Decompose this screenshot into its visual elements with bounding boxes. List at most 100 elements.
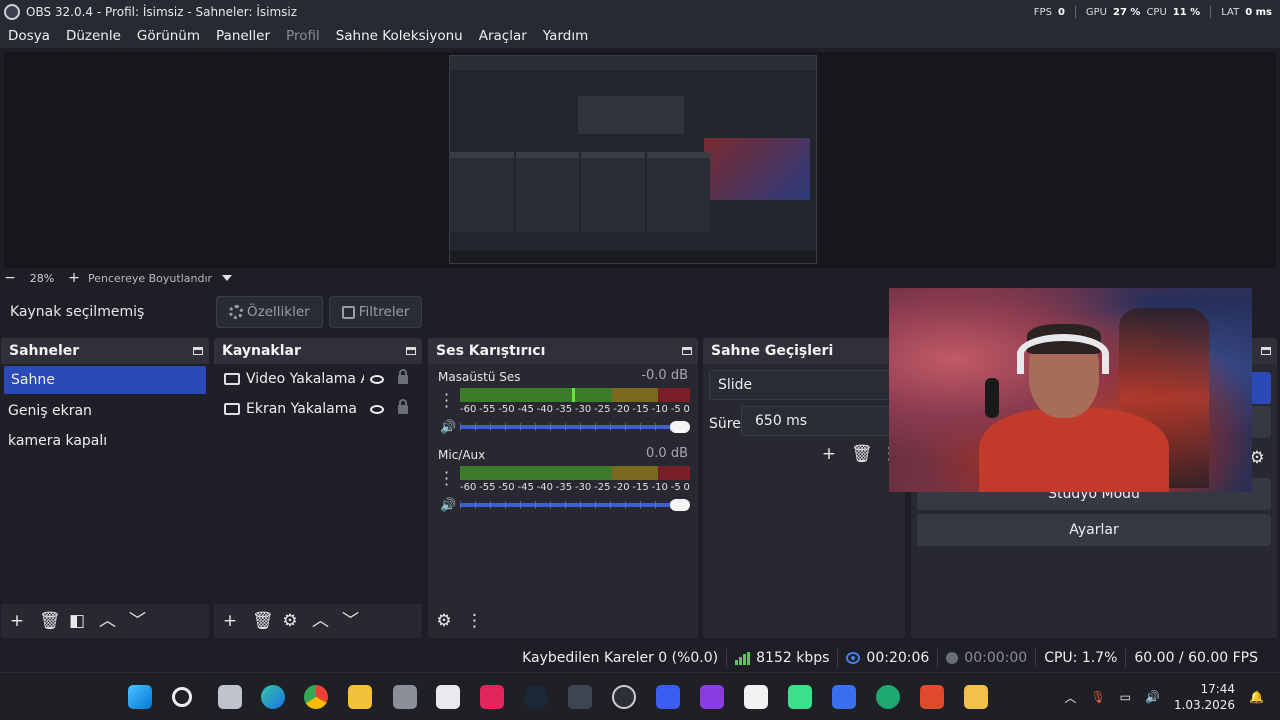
add-source-button[interactable]: + — [222, 613, 238, 630]
file-explorer-icon[interactable] — [348, 685, 372, 709]
chevron-down-icon[interactable] — [222, 275, 233, 281]
slider-handle[interactable] — [670, 499, 690, 511]
menu-paneller[interactable]: Paneller — [208, 28, 278, 44]
divider — [1210, 6, 1212, 18]
fps-status: 60.00 / 60.00 FPS — [1134, 650, 1258, 666]
menu-dosya[interactable]: Dosya — [0, 28, 58, 44]
tiktok-icon[interactable] — [480, 685, 504, 709]
trash-icon[interactable]: 🗑 — [39, 613, 61, 630]
float-dock-icon[interactable] — [682, 347, 692, 355]
cpu-usage: CPU: 1.7% — [1044, 650, 1118, 666]
calculator-icon[interactable] — [393, 685, 417, 709]
game-app-icon[interactable] — [788, 685, 812, 709]
gpu-label: GPU — [1085, 6, 1108, 18]
menu-araclar[interactable]: Araçlar — [471, 28, 535, 44]
steam-icon[interactable] — [524, 685, 548, 709]
chevron-up-icon[interactable]: ︿ — [1064, 689, 1076, 706]
bitrate-value: 8152 kbps — [756, 650, 830, 666]
davinci-resolve-icon[interactable] — [568, 685, 592, 709]
channel-db: 0.0 dB — [646, 446, 688, 461]
mixer-channel: Masaüstü Ses -0.0 dB · · · -60 -55 -50 -45 -40… — [428, 364, 698, 442]
gear-icon[interactable]: ⚙ — [282, 613, 298, 630]
status-bar: Kaybedilen Kareler 0 (%0.0) 8152 kbps 00… — [0, 644, 1280, 672]
menu-yardim[interactable]: Yardım — [535, 28, 596, 44]
scenes-title: Sahneler — [9, 343, 80, 359]
purple-app-icon[interactable] — [700, 685, 724, 709]
edge-icon[interactable] — [261, 685, 285, 709]
zoom-fit-select[interactable]: Pencereye Boyutlandır — [88, 272, 212, 285]
copilot-icon[interactable] — [832, 685, 856, 709]
duration-input[interactable]: 650 ms — [741, 406, 893, 436]
volume-slider[interactable] — [460, 499, 690, 511]
zoom-out-button[interactable]: − — [0, 270, 20, 286]
capcut-icon[interactable] — [744, 685, 768, 709]
windows-start-icon[interactable] — [128, 685, 152, 709]
mixer-channel: Mic/Aux 0.0 dB · · · -60 -55 -50 -45 -40 -35 -30… — [428, 442, 698, 520]
filter-icon — [341, 305, 355, 319]
filters-button[interactable]: Filtreler — [328, 296, 423, 328]
scene-item[interactable]: Geniş ekran — [1, 396, 209, 426]
camera-icon — [224, 373, 240, 385]
move-up-icon[interactable]: ︿ — [99, 613, 116, 630]
chrome-icon[interactable] — [304, 685, 328, 709]
filters-label: Filtreler — [358, 304, 410, 320]
menu-sahne-koleksiyonu[interactable]: Sahne Koleksiyonu — [328, 28, 471, 44]
move-up-icon[interactable]: ︿ — [312, 613, 329, 630]
speaker-icon[interactable]: 🔊 — [440, 420, 456, 435]
settings-button[interactable]: Ayarlar — [917, 514, 1271, 546]
network-icon[interactable]: ▭ — [1120, 690, 1131, 704]
task-view-icon[interactable] — [218, 685, 242, 709]
person-body — [979, 408, 1169, 492]
source-item[interactable]: Ekran Yakalama — [214, 394, 422, 424]
scene-item[interactable]: kamera kapalı — [1, 426, 209, 456]
volume-slider[interactable] — [460, 421, 690, 433]
search-icon[interactable] — [172, 687, 192, 707]
eye-icon[interactable] — [370, 374, 384, 384]
windows-taskbar: ︿ 🎙 ▭ 🔊 17:44 1.03.2026 🔔 — [0, 672, 1280, 720]
volume-meter — [460, 466, 690, 480]
no-source-label: Kaynak seçilmemiş — [10, 304, 145, 320]
float-dock-icon[interactable] — [193, 347, 203, 355]
trash-icon[interactable]: 🗑 — [851, 446, 873, 463]
eye-icon[interactable] — [370, 404, 384, 414]
clock[interactable]: 17:44 1.03.2026 — [1174, 681, 1235, 713]
menu-gorunum[interactable]: Görünüm — [129, 28, 208, 44]
transition-select[interactable]: Slide — [709, 370, 893, 400]
add-transition-button[interactable]: + — [821, 446, 837, 463]
slider-handle[interactable] — [670, 421, 690, 433]
window-title: OBS 32.0.4 - Profil: İsimsiz - Sahneler:… — [26, 5, 298, 19]
speaker-icon[interactable]: 🔊 — [1145, 690, 1160, 704]
mixer-toolbar: ⚙ ⋮ — [428, 604, 698, 638]
title-bar: OBS 32.0.4 - Profil: İsimsiz - Sahneler:… — [0, 0, 1280, 24]
notification-icon[interactable]: 🔔 — [1249, 690, 1264, 704]
zoom-in-button[interactable]: + — [64, 270, 84, 286]
trash-icon[interactable]: 🗑 — [252, 613, 274, 630]
add-scene-button[interactable]: + — [9, 613, 25, 630]
microphone-icon[interactable]: 🎙 — [1090, 690, 1105, 704]
lock-icon[interactable] — [398, 398, 408, 414]
obs-icon[interactable] — [612, 685, 636, 709]
amd-icon[interactable] — [920, 685, 944, 709]
kebab-menu-icon[interactable]: · · · — [444, 387, 449, 415]
float-dock-icon[interactable] — [406, 347, 416, 355]
menu-profil[interactable]: Profil — [278, 28, 328, 44]
green-app-icon[interactable] — [876, 685, 900, 709]
menu-duzenle[interactable]: Düzenle — [58, 28, 129, 44]
source-item[interactable]: Video Yakalama Aygıtı — [214, 364, 422, 394]
kebab-menu-icon[interactable]: · · · — [444, 465, 449, 493]
properties-button[interactable]: Özellikler — [216, 296, 323, 328]
speaker-icon[interactable]: 🔊 — [440, 498, 456, 513]
move-down-icon[interactable]: ﹀ — [129, 613, 146, 630]
scene-item[interactable]: Sahne — [4, 366, 206, 394]
voice-app-icon[interactable] — [656, 685, 680, 709]
advanced-audio-icon[interactable]: ⚙ — [436, 613, 452, 630]
lock-icon[interactable] — [398, 368, 408, 384]
riot-icon[interactable] — [964, 685, 988, 709]
float-dock-icon[interactable] — [1261, 347, 1271, 355]
kebab-menu-icon[interactable]: ⋮ — [466, 613, 483, 630]
properties-label: Özellikler — [247, 304, 310, 320]
move-down-icon[interactable]: ﹀ — [342, 613, 359, 630]
sources-toolbar: + 🗑 ⚙ ︿ ﹀ — [214, 604, 422, 638]
scene-filters-icon[interactable]: ◧ — [69, 613, 85, 630]
snipping-tool-icon[interactable] — [436, 685, 460, 709]
